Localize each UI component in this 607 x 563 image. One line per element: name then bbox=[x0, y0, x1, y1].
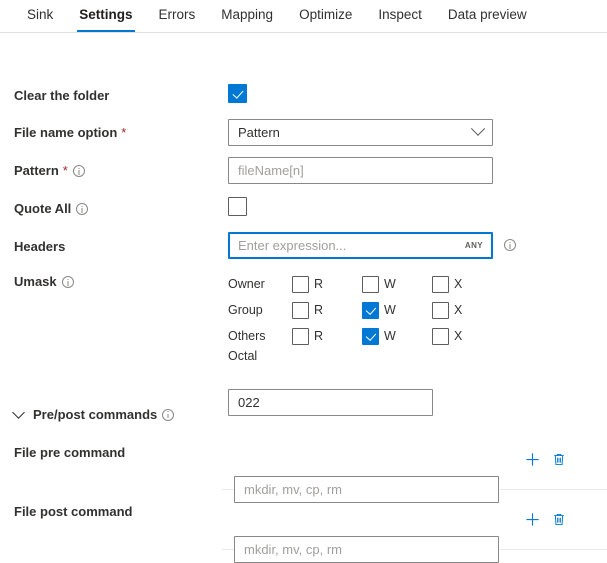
umask-row-label: Others bbox=[228, 329, 292, 343]
file-post-command-label-text: File post command bbox=[14, 504, 132, 520]
umask-column-label: X bbox=[454, 329, 462, 343]
tab-data-preview[interactable]: Data preview bbox=[435, 7, 540, 32]
umask-group-write-cell: W bbox=[362, 302, 432, 319]
add-icon[interactable] bbox=[525, 452, 540, 467]
file-post-command-input[interactable]: mkdir, mv, cp, rm bbox=[234, 536, 499, 563]
prepost-commands-label: Pre/post commands bbox=[33, 407, 157, 422]
file-post-command-actions bbox=[525, 512, 566, 527]
umask-column-label: R bbox=[314, 303, 323, 317]
headers-label: Headers bbox=[14, 239, 65, 255]
tab-sink[interactable]: Sink bbox=[14, 7, 66, 32]
pattern-placeholder-text: fileName[n] bbox=[238, 163, 304, 178]
quote-all-label: Quote All bbox=[14, 201, 88, 217]
umask-group-read-cell: R bbox=[292, 302, 362, 319]
row-divider-left bbox=[222, 489, 234, 490]
umask-column-label: W bbox=[384, 277, 396, 291]
chevron-down-icon bbox=[12, 406, 25, 419]
headers-placeholder-text: Enter expression... bbox=[238, 238, 346, 253]
umask-group-write-checkbox[interactable] bbox=[362, 302, 379, 319]
umask-column-label: R bbox=[314, 329, 323, 343]
umask-row-others: Others R W X bbox=[228, 324, 502, 348]
quote-all-checkbox[interactable] bbox=[228, 197, 247, 216]
umask-others-write-cell: W bbox=[362, 328, 432, 345]
umask-label-text: Umask bbox=[14, 274, 57, 290]
umask-group-read-checkbox[interactable] bbox=[292, 302, 309, 319]
clear-folder-label: Clear the folder bbox=[14, 88, 109, 104]
tab-optimize[interactable]: Optimize bbox=[286, 7, 365, 32]
umask-row-owner: Owner R W X bbox=[228, 272, 502, 296]
file-name-option-value: Pattern bbox=[238, 125, 280, 140]
info-icon[interactable] bbox=[162, 409, 174, 421]
pattern-label-text: Pattern bbox=[14, 163, 59, 179]
umask-owner-write-checkbox[interactable] bbox=[362, 276, 379, 293]
pattern-label: Pattern * bbox=[14, 163, 85, 179]
tab-bar: Sink Settings Errors Mapping Optimize In… bbox=[0, 0, 607, 32]
file-pre-command-label: File pre command bbox=[14, 445, 125, 461]
info-icon[interactable] bbox=[62, 276, 74, 288]
umask-column-label: R bbox=[314, 277, 323, 291]
row-divider-left bbox=[222, 549, 234, 550]
clear-folder-checkbox[interactable] bbox=[228, 84, 247, 103]
file-name-option-label-text: File name option bbox=[14, 125, 117, 141]
file-name-option-label: File name option * bbox=[14, 125, 126, 141]
file-post-command-placeholder-text: mkdir, mv, cp, rm bbox=[244, 542, 342, 557]
info-icon[interactable] bbox=[73, 165, 85, 177]
headers-type-badge: ANY bbox=[459, 241, 483, 250]
quote-all-label-text: Quote All bbox=[14, 201, 71, 217]
umask-column-label: W bbox=[384, 303, 396, 317]
umask-column-label: X bbox=[454, 277, 462, 291]
tab-inspect[interactable]: Inspect bbox=[365, 7, 435, 32]
umask-row-group: Group R W X bbox=[228, 298, 502, 322]
pattern-required-asterisk: * bbox=[63, 163, 68, 179]
umask-others-read-cell: R bbox=[292, 328, 362, 345]
umask-row-label: Group bbox=[228, 303, 292, 317]
umask-owner-write-cell: W bbox=[362, 276, 432, 293]
umask-row-label: Owner bbox=[228, 277, 292, 291]
umask-permission-grid: Owner R W X Group R W bbox=[228, 272, 502, 350]
file-name-option-required-asterisk: * bbox=[121, 125, 126, 141]
headers-label-text: Headers bbox=[14, 239, 65, 255]
octal-input[interactable]: 022 bbox=[228, 389, 433, 416]
file-post-command-label: File post command bbox=[14, 504, 132, 520]
file-pre-command-actions bbox=[525, 452, 566, 467]
prepost-commands-section-header[interactable]: Pre/post commands bbox=[14, 407, 174, 422]
octal-value: 022 bbox=[238, 395, 260, 410]
file-pre-command-label-text: File pre command bbox=[14, 445, 125, 461]
umask-owner-execute-checkbox[interactable] bbox=[432, 276, 449, 293]
umask-column-label: W bbox=[384, 329, 396, 343]
info-icon[interactable] bbox=[76, 203, 88, 215]
tab-settings[interactable]: Settings bbox=[66, 7, 145, 32]
chevron-down-icon bbox=[471, 121, 485, 135]
add-icon[interactable] bbox=[525, 512, 540, 527]
file-pre-command-input[interactable]: mkdir, mv, cp, rm bbox=[234, 476, 499, 503]
tab-errors[interactable]: Errors bbox=[146, 7, 209, 32]
umask-others-read-checkbox[interactable] bbox=[292, 328, 309, 345]
file-pre-command-placeholder-text: mkdir, mv, cp, rm bbox=[244, 482, 342, 497]
umask-owner-execute-cell: X bbox=[432, 276, 502, 293]
umask-column-label: X bbox=[454, 303, 462, 317]
umask-group-execute-cell: X bbox=[432, 302, 502, 319]
headers-expression-input[interactable]: Enter expression... ANY bbox=[228, 232, 493, 259]
umask-group-execute-checkbox[interactable] bbox=[432, 302, 449, 319]
file-name-option-select[interactable]: Pattern bbox=[228, 119, 493, 146]
umask-owner-read-cell: R bbox=[292, 276, 362, 293]
tab-bar-divider bbox=[0, 32, 607, 33]
row-divider-right bbox=[500, 489, 607, 490]
clear-folder-label-text: Clear the folder bbox=[14, 88, 109, 104]
tab-mapping[interactable]: Mapping bbox=[208, 7, 286, 32]
umask-others-write-checkbox[interactable] bbox=[362, 328, 379, 345]
pattern-input[interactable]: fileName[n] bbox=[228, 157, 493, 184]
delete-icon[interactable] bbox=[552, 452, 566, 467]
delete-icon[interactable] bbox=[552, 512, 566, 527]
umask-label: Umask bbox=[14, 274, 74, 290]
info-icon[interactable] bbox=[504, 239, 516, 251]
octal-label: Octal bbox=[228, 349, 257, 363]
umask-others-execute-cell: X bbox=[432, 328, 502, 345]
umask-others-execute-checkbox[interactable] bbox=[432, 328, 449, 345]
row-divider-right bbox=[500, 549, 607, 550]
umask-owner-read-checkbox[interactable] bbox=[292, 276, 309, 293]
